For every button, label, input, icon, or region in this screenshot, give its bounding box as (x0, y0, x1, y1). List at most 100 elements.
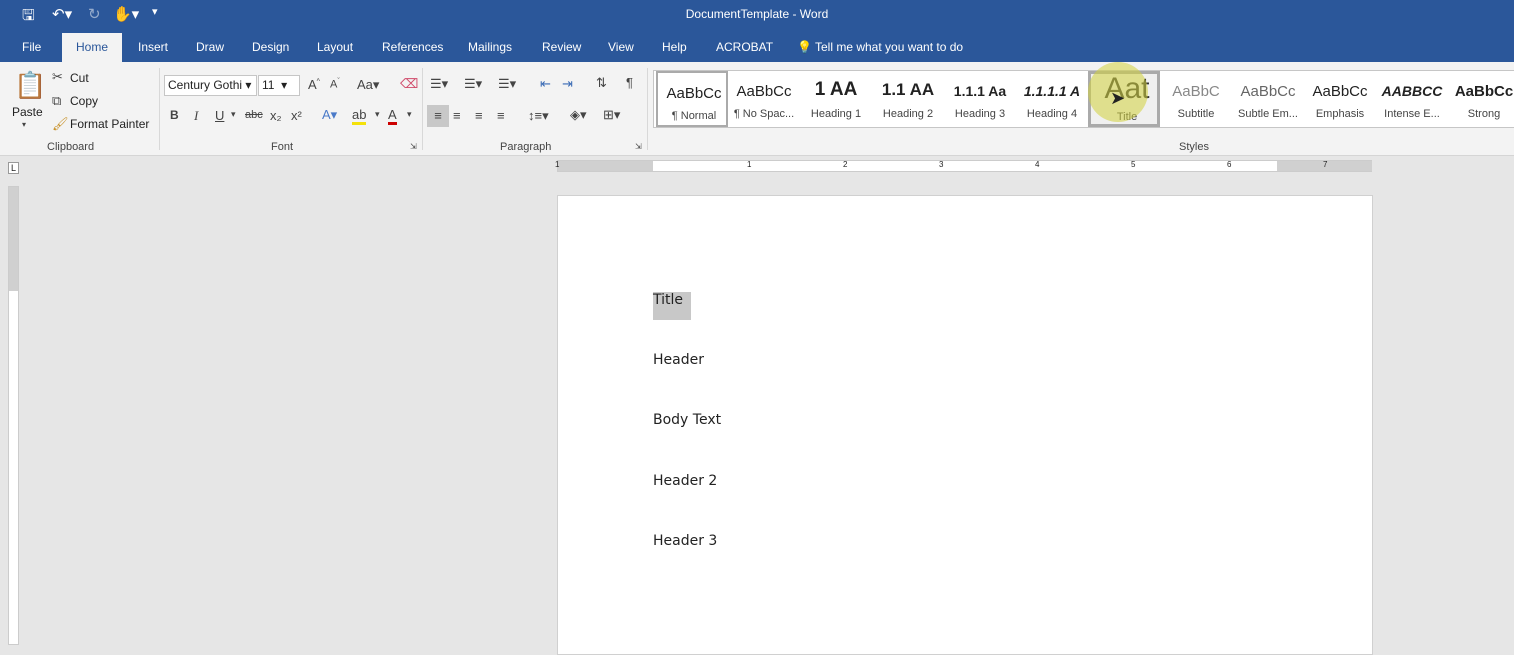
chevron-down-icon[interactable]: ▾ (22, 120, 26, 129)
paste-icon[interactable]: 📋 (14, 70, 46, 101)
dialog-launcher-icon[interactable]: ⇲ (635, 142, 642, 151)
style-preview: AaBbCc (1454, 83, 1514, 100)
tab-home[interactable]: Home (62, 33, 123, 62)
bullets-icon[interactable]: ☰▾ (430, 76, 448, 92)
style-preview: 1 AA (814, 79, 858, 100)
shrink-font-icon[interactable]: Aˇ (330, 78, 340, 91)
style-emphasis[interactable]: AaBbCc Emphasis (1304, 71, 1376, 127)
highlight-icon[interactable]: ab (352, 107, 367, 125)
paste-button[interactable]: Paste (12, 105, 43, 119)
align-right-icon[interactable]: ≡ (475, 108, 483, 123)
paragraph-header-2[interactable]: Header 2 (653, 473, 717, 489)
cut-button[interactable]: Cut (70, 71, 89, 85)
line-spacing-icon[interactable]: ↕≡▾ (528, 108, 549, 124)
paragraph-body-text[interactable]: Body Text (653, 412, 721, 428)
show-formatting-button[interactable]: ¶ (626, 75, 633, 90)
style-name: ¶ Normal (671, 110, 717, 122)
style-name: Intense E... (1384, 108, 1440, 120)
shading-icon[interactable]: ◈▾ (570, 107, 587, 123)
font-size-dropdown[interactable]: 11 ▾ (258, 75, 300, 96)
italic-button[interactable]: I (194, 108, 198, 124)
style-heading-1[interactable]: 1 AA Heading 1 (800, 71, 872, 127)
cut-icon: ✂ (52, 69, 63, 84)
dialog-launcher-icon[interactable]: ⇲ (410, 142, 417, 151)
clear-formatting-icon[interactable]: ⌫ (400, 76, 418, 92)
style-preview: AaBbCc (1312, 83, 1368, 100)
ruler-number: 6 (1227, 160, 1232, 169)
superscript-button[interactable]: x² (291, 108, 302, 123)
multilevel-list-icon[interactable]: ☰▾ (498, 76, 516, 92)
font-size-value: 11 (262, 78, 275, 92)
style-preview: AaBbCc (736, 83, 792, 100)
sort-icon[interactable]: ⇅ (596, 75, 607, 91)
copy-icon: ⧉ (52, 93, 62, 108)
tab-mailings[interactable]: Mailings (468, 40, 512, 54)
style-name: Heading 2 (882, 108, 934, 120)
chevron-down-icon[interactable]: ▾ (407, 109, 412, 120)
borders-icon[interactable]: ⊞▾ (603, 107, 620, 123)
style-subtle-emphasis[interactable]: AaBbCc Subtle Em... (1232, 71, 1304, 127)
tab-file[interactable]: File (22, 40, 41, 54)
style-heading-2[interactable]: 1.1 AA Heading 2 (872, 71, 944, 127)
subscript-button[interactable]: x₂ (270, 108, 282, 123)
font-color-icon[interactable]: A (388, 107, 397, 125)
copy-button[interactable]: Copy (70, 94, 98, 108)
styles-gallery: AaBbCc ¶ Normal AaBbCc ¶ No Spac... 1 AA He… (653, 70, 1514, 128)
style-name: Heading 4 (1026, 108, 1078, 120)
decrease-indent-icon[interactable]: ⇤ (540, 76, 551, 92)
change-case-label: Aa (357, 77, 373, 92)
style-preview: 1.1 AA (881, 80, 935, 99)
justify-icon[interactable]: ≡ (497, 108, 505, 123)
bold-button[interactable]: B (170, 108, 179, 122)
tab-layout[interactable]: Layout (317, 40, 353, 54)
style-no-spacing[interactable]: AaBbCc ¶ No Spac... (728, 71, 800, 127)
style-normal[interactable]: AaBbCc ¶ Normal (656, 71, 728, 127)
style-name: Heading 3 (954, 108, 1006, 120)
style-heading-3[interactable]: 1.1.1 Aa Heading 3 (944, 71, 1016, 127)
style-intense-emphasis[interactable]: AABBCC Intense E... (1376, 71, 1448, 127)
ruler-number: 1 (555, 160, 560, 169)
tell-me-search[interactable]: Tell me what you want to do (815, 40, 963, 54)
style-subtitle[interactable]: AaBbC Subtitle (1160, 71, 1232, 127)
underline-button[interactable]: U (215, 108, 224, 123)
chevron-down-icon[interactable]: ▾ (231, 109, 236, 120)
paragraph-header-3[interactable]: Header 3 (653, 533, 717, 549)
style-name: Strong (1467, 108, 1501, 120)
tab-help[interactable]: Help (662, 40, 687, 54)
paragraph-header[interactable]: Header (653, 352, 704, 368)
align-center-icon[interactable]: ≡ (453, 108, 461, 123)
style-preview: AaBbCc (666, 85, 722, 102)
format-painter-button[interactable]: Format Painter (70, 117, 149, 131)
style-preview: AaBbCc (1240, 83, 1296, 100)
tab-acrobat[interactable]: ACROBAT (716, 40, 773, 54)
document-page[interactable]: Title Header Body Text Header 2 Header 3 (557, 195, 1373, 655)
align-left-icon[interactable]: ≡ (427, 105, 449, 127)
ruler-number: 4 (1035, 160, 1040, 169)
tab-review[interactable]: Review (542, 40, 581, 54)
horizontal-ruler[interactable]: 1 1 2 3 4 5 6 7 (555, 160, 1372, 172)
style-name: Subtle Em... (1238, 108, 1298, 120)
increase-indent-icon[interactable]: ⇥ (562, 76, 573, 92)
tab-references[interactable]: References (382, 40, 443, 54)
tab-insert[interactable]: Insert (138, 40, 168, 54)
numbering-icon[interactable]: ☰▾ (464, 76, 482, 92)
tab-selector[interactable]: L (8, 162, 20, 174)
style-preview: AABBCC (1381, 83, 1443, 99)
grow-font-icon[interactable]: A^ (308, 77, 320, 92)
tab-view[interactable]: View (608, 40, 634, 54)
style-heading-4[interactable]: 1.1.1.1 A Heading 4 (1016, 71, 1088, 127)
paragraph-title[interactable]: Title (653, 292, 692, 320)
vertical-ruler[interactable] (8, 186, 19, 645)
ruler-number: 2 (843, 160, 848, 169)
style-strong[interactable]: AaBbCc Strong (1448, 71, 1514, 127)
chevron-down-icon[interactable]: ▾ (375, 109, 380, 120)
change-case-button[interactable]: Aa▾ (357, 77, 379, 93)
format-painter-icon: 🖌 (52, 116, 69, 131)
tab-design[interactable]: Design (252, 40, 289, 54)
font-family-dropdown[interactable]: Century Gothi ▾ (164, 75, 257, 96)
ribbon-tabs: File Home Insert Draw Design Layout Refe… (0, 30, 1514, 62)
text-effects-icon[interactable]: A▾ (322, 107, 337, 123)
strikethrough-button[interactable]: abc (245, 109, 263, 121)
lightbulb-icon: 💡 (797, 40, 812, 54)
tab-draw[interactable]: Draw (196, 40, 224, 54)
